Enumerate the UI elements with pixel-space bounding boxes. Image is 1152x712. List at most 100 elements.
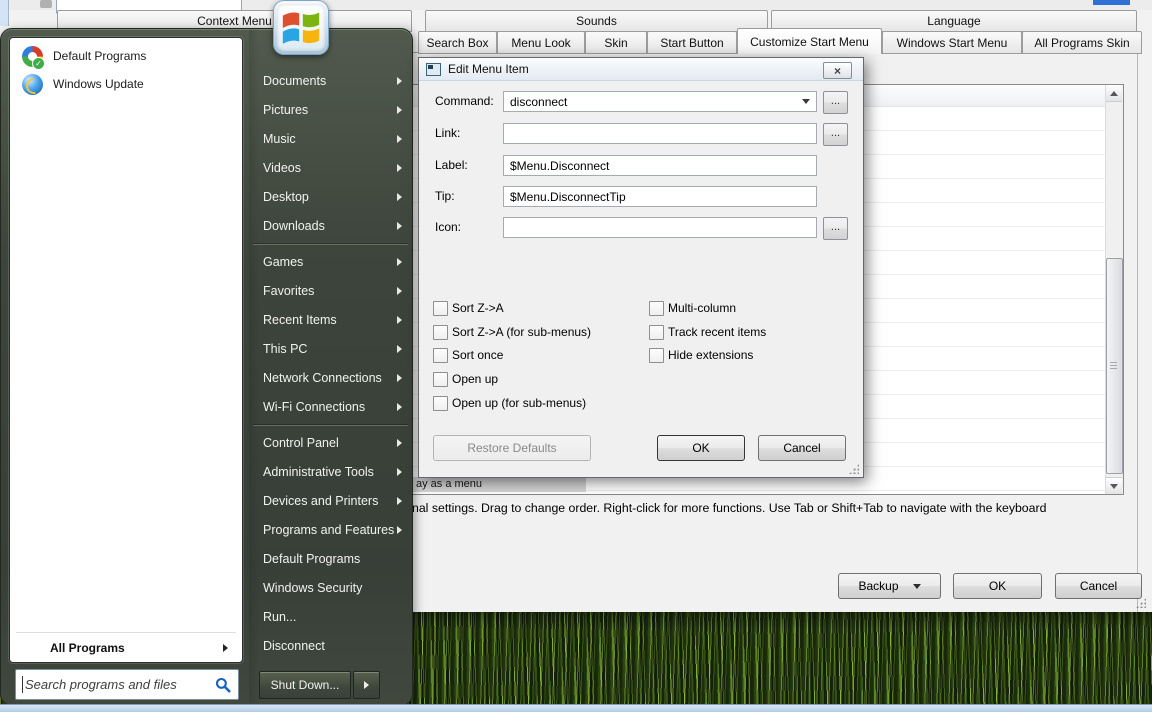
submenu-arrow-icon	[397, 316, 402, 324]
menu-item-this-pc[interactable]: This PC	[249, 335, 412, 364]
windows-logo-icon	[277, 4, 325, 51]
checkbox-multi-column[interactable]	[649, 301, 664, 316]
ok-button[interactable]: OK	[953, 573, 1042, 599]
submenu-arrow-icon	[397, 135, 402, 143]
submenu-arrow-icon	[397, 374, 402, 382]
checkbox-sort-za-submenus[interactable]	[433, 325, 448, 340]
menu-item-administrative-tools[interactable]: Administrative Tools	[249, 458, 412, 487]
close-icon: ×	[834, 65, 841, 77]
tab-windows-start-menu[interactable]: Windows Start Menu	[882, 31, 1022, 54]
arrow-up-icon	[1110, 91, 1118, 96]
start-menu-item-windows-update[interactable]: Windows Update	[14, 70, 238, 98]
scroll-grip-icon	[1110, 362, 1117, 370]
checkbox-hide-extensions[interactable]	[649, 348, 664, 363]
command-browse-button[interactable]: ...	[823, 91, 848, 114]
scroll-up-button[interactable]	[1106, 85, 1122, 102]
checkbox-track-recent-items[interactable]	[649, 325, 664, 340]
checkbox-open-up-submenus[interactable]	[433, 396, 448, 411]
backup-button[interactable]: Backup	[838, 573, 941, 599]
menu-item-default-programs[interactable]: Default Programs	[249, 545, 412, 574]
dialog-ok-button[interactable]: OK	[657, 435, 745, 461]
taskbar-edge	[0, 704, 1152, 712]
menu-item-run[interactable]: Run...	[249, 603, 412, 632]
checkbox-label: Sort Z->A	[452, 301, 504, 315]
item-label: Windows Security	[263, 581, 362, 595]
start-orb-button[interactable]	[273, 0, 329, 55]
default-programs-icon	[22, 46, 43, 67]
menu-item-desktop[interactable]: Desktop	[249, 183, 412, 212]
tab-skin[interactable]: Skin	[585, 31, 647, 54]
checkbox-open-up[interactable]	[433, 372, 448, 387]
cancel-label: Cancel	[783, 441, 820, 455]
menu-item-games[interactable]: Games	[249, 248, 412, 277]
menu-item-control-panel[interactable]: Control Panel	[249, 429, 412, 458]
arrow-down-icon	[1110, 484, 1118, 489]
tip-field[interactable]	[503, 186, 817, 207]
checkbox-label: Sort once	[452, 348, 503, 362]
scroll-down-button[interactable]	[1106, 477, 1122, 494]
scroll-thumb[interactable]	[1106, 258, 1123, 474]
shut-down-button[interactable]: Shut Down...	[259, 671, 351, 699]
menu-item-recent-items[interactable]: Recent Items	[249, 306, 412, 335]
all-programs-button[interactable]: All Programs	[14, 637, 238, 659]
close-button[interactable]: ×	[823, 62, 852, 79]
checkbox-sort-za[interactable]	[433, 301, 448, 316]
menu-item-videos[interactable]: Videos	[249, 154, 412, 183]
item-label: Programs and Features	[263, 523, 394, 537]
tab-all-programs-skin[interactable]: All Programs Skin	[1022, 31, 1142, 54]
menu-item-music[interactable]: Music	[249, 125, 412, 154]
start-menu-search-box[interactable]	[15, 669, 239, 700]
cancel-button[interactable]: Cancel	[1055, 573, 1142, 599]
tab-label: Menu Look	[511, 36, 570, 50]
dialog-resize-grip[interactable]	[849, 464, 859, 474]
tab-label: Start Button	[660, 36, 723, 50]
link-browse-button[interactable]: ...	[823, 123, 848, 146]
divider	[249, 241, 412, 248]
menu-item-devices-and-printers[interactable]: Devices and Printers	[249, 487, 412, 516]
item-label: Control Panel	[263, 436, 339, 450]
combo-dropdown-icon[interactable]	[802, 99, 810, 104]
top-right-blue-fragment	[1093, 0, 1130, 5]
toolbar-icon-fragment	[40, 0, 52, 8]
checkbox-sort-once[interactable]	[433, 348, 448, 363]
tab-customize-start-menu[interactable]: Customize Start Menu	[737, 28, 882, 54]
ok-label: OK	[989, 579, 1006, 593]
dialog-titlebar[interactable]: Edit Menu Item	[419, 58, 863, 81]
checkbox-label: Open up	[452, 372, 498, 386]
shutdown-label: Shut Down...	[271, 678, 340, 692]
menu-item-favorites[interactable]: Favorites	[249, 277, 412, 306]
tab-start-button[interactable]: Start Button	[647, 31, 737, 54]
item-label: Devices and Printers	[263, 494, 378, 508]
list-scrollbar[interactable]	[1105, 85, 1123, 494]
menu-item-programs-and-features[interactable]: Programs and Features	[249, 516, 412, 545]
tab-menu-look[interactable]: Menu Look	[497, 31, 585, 54]
tab-sounds[interactable]: Sounds	[425, 10, 768, 32]
search-input[interactable]	[23, 676, 215, 693]
menu-item-downloads[interactable]: Downloads	[249, 212, 412, 241]
tip-label: Tip:	[435, 186, 455, 207]
menu-item-disconnect[interactable]: Disconnect	[249, 632, 412, 661]
menu-item-pictures[interactable]: Pictures	[249, 96, 412, 125]
dialog-cancel-button[interactable]: Cancel	[758, 435, 846, 461]
search-icon[interactable]	[215, 677, 231, 693]
all-programs-label: All Programs	[50, 641, 125, 655]
left-edge-fragment	[0, 0, 9, 26]
tab-search-box[interactable]: Search Box	[418, 31, 497, 54]
menu-item-documents[interactable]: Documents	[249, 67, 412, 96]
tab-label: Search Box	[426, 36, 488, 50]
label-label: Label:	[435, 155, 468, 176]
divider	[16, 632, 236, 633]
menu-item-windows-security[interactable]: Windows Security	[249, 574, 412, 603]
start-menu-item-default-programs[interactable]: Default Programs	[14, 42, 238, 70]
list-item-partial[interactable]: ay as a menu	[410, 477, 586, 492]
tab-label: Windows Start Menu	[897, 36, 1008, 50]
icon-field[interactable]	[503, 217, 817, 238]
command-combobox[interactable]	[503, 91, 817, 112]
menu-item-network-connections[interactable]: Network Connections	[249, 364, 412, 393]
label-field[interactable]	[503, 155, 817, 176]
start-menu: Default Programs Windows Update All Prog…	[0, 28, 413, 706]
icon-browse-button[interactable]: ...	[823, 217, 848, 240]
link-field[interactable]	[503, 123, 817, 144]
shut-down-options-button[interactable]	[353, 671, 380, 699]
menu-item-wifi-connections[interactable]: Wi-Fi Connections	[249, 393, 412, 422]
